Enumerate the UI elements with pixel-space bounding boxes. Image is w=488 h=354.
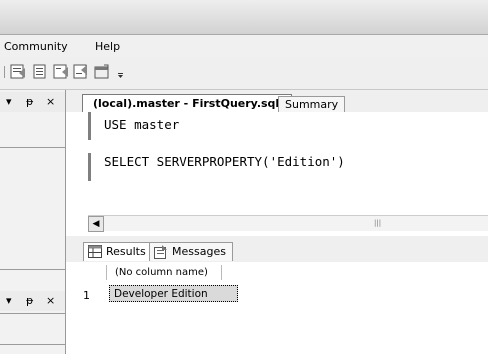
window-position-icon[interactable]: ▾: [6, 294, 12, 307]
document-tab-strip: (local).master - FirstQuery.sql* Summary: [66, 90, 488, 113]
row-number[interactable]: 1: [83, 289, 90, 302]
editor-horizontal-scrollbar[interactable]: ◀ |||: [88, 215, 488, 232]
toolbar-separator: [4, 66, 5, 78]
scroll-grip-icon[interactable]: |||: [374, 219, 381, 227]
pane-divider: [0, 344, 65, 345]
menu-bar: Community Help: [0, 35, 488, 57]
tab-summary[interactable]: Summary: [278, 96, 346, 113]
window-title-bar: [0, 0, 488, 35]
tab-messages-label: Messages: [172, 245, 226, 258]
code-line: USE master: [104, 117, 180, 132]
pane-divider: [0, 147, 65, 148]
results-grid[interactable]: (No column name) 1 Developer Edition: [66, 262, 488, 354]
menu-help[interactable]: Help: [95, 40, 120, 53]
tab-results[interactable]: Results: [83, 242, 153, 261]
pane-divider: [0, 269, 65, 270]
results-to-text-icon[interactable]: [32, 64, 48, 79]
results-to-grid-icon[interactable]: [53, 64, 69, 79]
code-line: SELECT SERVERPROPERTY('Edition'): [104, 154, 345, 169]
tab-first-query[interactable]: (local).master - FirstQuery.sql*: [82, 94, 292, 113]
query-editor[interactable]: USE master SELECT SERVERPROPERTY('Editio…: [66, 112, 488, 215]
toolbar: [0, 57, 488, 90]
window-position-icon[interactable]: ▾: [6, 95, 12, 108]
close-icon[interactable]: ×: [46, 95, 55, 108]
tab-results-label: Results: [106, 245, 146, 258]
change-marker: [88, 112, 91, 140]
editor-gutter: [66, 112, 88, 215]
tab-messages[interactable]: Messages: [149, 242, 233, 261]
results-tab-strip: Results Messages: [66, 236, 488, 263]
change-marker: [88, 153, 91, 181]
result-cell[interactable]: Developer Edition: [109, 285, 238, 302]
query-icon[interactable]: [10, 64, 26, 79]
pin-icon[interactable]: ᵽ: [26, 95, 33, 108]
toolbar-options-icon[interactable]: [117, 64, 125, 79]
close-icon[interactable]: ×: [46, 294, 55, 307]
left-tool-panes: ▾ ᵽ × ▾ ᵽ ×: [0, 90, 66, 354]
pin-icon[interactable]: ᵽ: [26, 294, 33, 307]
pane-divider: [0, 313, 65, 314]
column-separator: [106, 265, 107, 280]
pane-header-top: ▾ ᵽ ×: [0, 92, 65, 112]
menu-community[interactable]: Community: [4, 40, 68, 53]
scroll-left-arrow-icon[interactable]: ◀: [88, 216, 104, 232]
properties-icon[interactable]: [94, 64, 110, 79]
column-header[interactable]: (No column name): [115, 266, 208, 280]
results-to-file-icon[interactable]: [73, 64, 89, 79]
column-separator: [221, 265, 222, 280]
pane-header-bottom: ▾ ᵽ ×: [0, 291, 65, 311]
